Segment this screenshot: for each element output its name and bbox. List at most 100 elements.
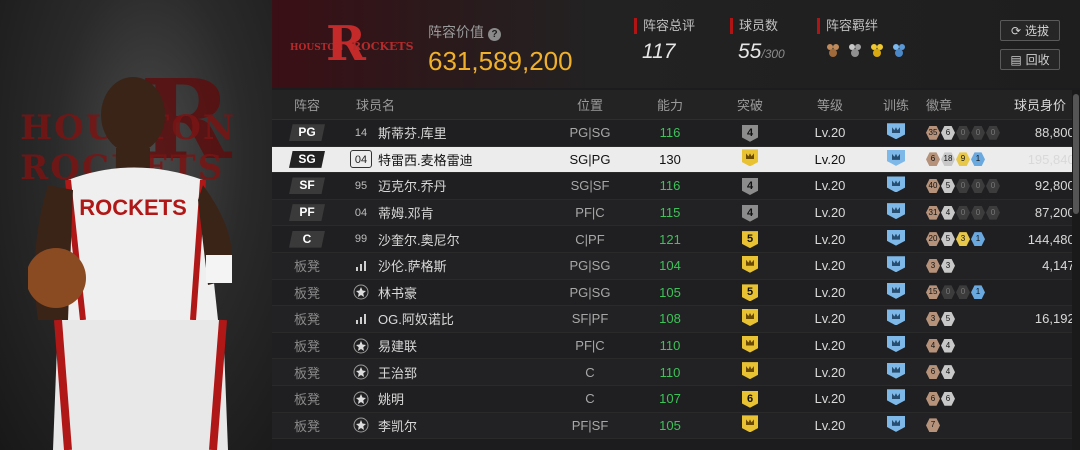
training-icon[interactable] (887, 389, 905, 406)
player-name[interactable]: 姚明 (378, 389, 404, 408)
player-salary: 92,800,000 (1034, 178, 1080, 194)
badge-purple-icon: 0 (971, 178, 985, 193)
player-name[interactable]: 斯蒂芬.库里 (378, 123, 447, 142)
player-position: PG|SG (569, 284, 611, 300)
badge-group[interactable]: 66 (922, 391, 1010, 406)
player-name[interactable]: 沙伦.萨格斯 (378, 256, 447, 275)
table-row[interactable]: SG 04 特雷西.麦格雷迪 SG|PG 130 Lv.20 61891 195,840,00… (272, 146, 1080, 174)
player-ability: 105 (659, 417, 681, 433)
col-level[interactable]: 等级 (790, 95, 870, 114)
bond-silver-icon[interactable] (847, 42, 863, 58)
badge-group[interactable]: 64 (922, 365, 1010, 380)
col-breakthrough[interactable]: 突破 (710, 95, 790, 114)
player-name[interactable]: 蒂姆.邓肯 (378, 203, 434, 222)
player-count: 55 (738, 40, 762, 63)
player-name[interactable]: 易建联 (378, 336, 417, 355)
col-ability[interactable]: 能力 (630, 95, 710, 114)
player-position: SG|SF (570, 178, 610, 194)
training-icon[interactable] (887, 123, 905, 140)
table-row[interactable]: 板凳易建联PF|C110Lv.2044-- (272, 332, 1072, 360)
badge-group[interactable]: 35 6 0 0 0 (922, 125, 1010, 140)
position-slot-tag: PF (289, 204, 325, 222)
table-row[interactable]: 板凳王治郅C110Lv.2064-- (272, 359, 1072, 386)
badge-silver-icon: 0 (941, 285, 955, 300)
table-row[interactable]: 板凳李凯尔PF|SF105Lv.207-- (272, 412, 1072, 440)
player-level: Lv.20 (814, 178, 846, 194)
col-position[interactable]: 位置 (550, 95, 630, 114)
player-name[interactable]: 沙奎尔.奥尼尔 (378, 230, 460, 249)
training-icon[interactable] (887, 176, 905, 193)
badge-group[interactable]: 33 (922, 258, 1010, 273)
badge-silver-icon: 6 (941, 125, 955, 140)
select-button[interactable]: ⟳ 选拔 (1000, 20, 1060, 41)
col-player-name[interactable]: 球员名 (342, 95, 550, 114)
badge-silver-icon: 4 (941, 205, 955, 220)
col-training[interactable]: 训练 (870, 95, 922, 114)
badge-group[interactable]: 44 (922, 338, 1010, 353)
badge-group[interactable]: 20 5 3 1 (922, 232, 1010, 247)
player-ability: 116 (659, 178, 681, 194)
training-icon[interactable] (887, 336, 905, 353)
table-row[interactable]: SF95迈克尔.乔丹SG|SF1164Lv.2040500092,800,000 (272, 173, 1080, 200)
player-name[interactable]: 迈克尔.乔丹 (378, 176, 447, 195)
badge-blue-icon: 1 (971, 152, 985, 167)
col-badges[interactable]: 徽章 (922, 95, 1010, 114)
training-icon[interactable] (887, 229, 905, 246)
training-icon[interactable] (887, 362, 905, 379)
player-position: SF|PF (571, 311, 609, 327)
recycle-button[interactable]: ▤ 回收 (1000, 49, 1060, 70)
player-jersey-text: ROCKETS (79, 195, 187, 220)
training-icon[interactable] (887, 415, 905, 432)
badge-silver-icon: 5 (941, 311, 955, 326)
bond-gold-icon[interactable] (869, 42, 885, 58)
table-row[interactable]: C99沙奎尔.奥尼尔C|PF1215Lv.2020531144,480,000 (272, 226, 1080, 253)
player-position: PF|SF (571, 417, 609, 433)
table-row[interactable]: PF04蒂姆.邓肯PF|C1154Lv.2031400087,200,000 (272, 199, 1080, 227)
player-name[interactable]: 王治郅 (378, 363, 417, 382)
player-name[interactable]: 李凯尔 (378, 416, 417, 435)
badge-silver-icon: 18 (941, 152, 955, 167)
col-lineup[interactable]: 阵容 (272, 95, 342, 114)
badge-bronze-icon: 7 (926, 418, 940, 433)
badge-blue-icon: 0 (986, 205, 1000, 220)
badge-silver-icon: 5 (941, 232, 955, 247)
player-ability: 116 (659, 125, 681, 141)
player-salary: 88,800,000 (1034, 125, 1080, 141)
bond-bronze-icon[interactable] (825, 42, 841, 58)
scrollbar[interactable] (1072, 90, 1080, 450)
table-row[interactable]: 板凳 OG.阿奴诺比 SF|PF 108 Lv.20 35 16,192,000 (272, 306, 1080, 333)
table-row[interactable]: 板凳林书豪PG|SG1055Lv.2015001-- (272, 279, 1072, 307)
badge-gold-icon: 3 (956, 232, 970, 247)
player-level: Lv.20 (814, 231, 846, 247)
player-ability: 121 (659, 231, 681, 247)
badge-group[interactable]: 35 (922, 311, 1010, 326)
badge-gold-icon: 0 (956, 205, 970, 220)
jersey-number: 99 (354, 233, 368, 246)
table-row[interactable]: PG14斯蒂芬.库里PG|SG1164Lv.2035600088,800,000 (272, 120, 1080, 147)
badge-group[interactable]: 31 4 0 0 0 (922, 205, 1010, 220)
badge-group[interactable]: 6 18 9 1 (922, 152, 1010, 167)
training-icon[interactable] (887, 309, 905, 326)
breakthrough-badge: 4 (742, 204, 758, 222)
training-icon[interactable] (887, 149, 905, 166)
training-icon[interactable] (887, 282, 905, 299)
player-position: C (585, 364, 595, 380)
jersey-number: 04 (350, 150, 372, 169)
table-row[interactable]: 板凳 沙伦.萨格斯 PG|SG 104 Lv.20 33 4,147,200 (272, 252, 1080, 280)
player-name[interactable]: OG.阿奴诺比 (378, 309, 454, 328)
table-row[interactable]: 板凳姚明C1076Lv.2066-- (272, 385, 1072, 413)
badge-group[interactable]: 7 (922, 418, 1010, 433)
help-icon[interactable]: ? (488, 28, 501, 41)
player-name[interactable]: 特雷西.麦格雷迪 (378, 150, 473, 169)
player-salary: -- (1010, 285, 1080, 300)
lineup-value: 631,589,200 (428, 46, 573, 76)
badge-group[interactable]: 15 0 0 1 (922, 285, 1010, 300)
col-salary[interactable]: 球员身价 (1010, 95, 1072, 114)
training-icon[interactable] (887, 203, 905, 220)
star-icon (350, 283, 372, 301)
bond-blue-icon[interactable] (891, 42, 907, 58)
player-name[interactable]: 林书豪 (378, 283, 417, 302)
training-icon[interactable] (887, 256, 905, 273)
badge-group[interactable]: 40 5 0 0 0 (922, 178, 1010, 193)
scrollbar-thumb[interactable] (1073, 94, 1079, 214)
